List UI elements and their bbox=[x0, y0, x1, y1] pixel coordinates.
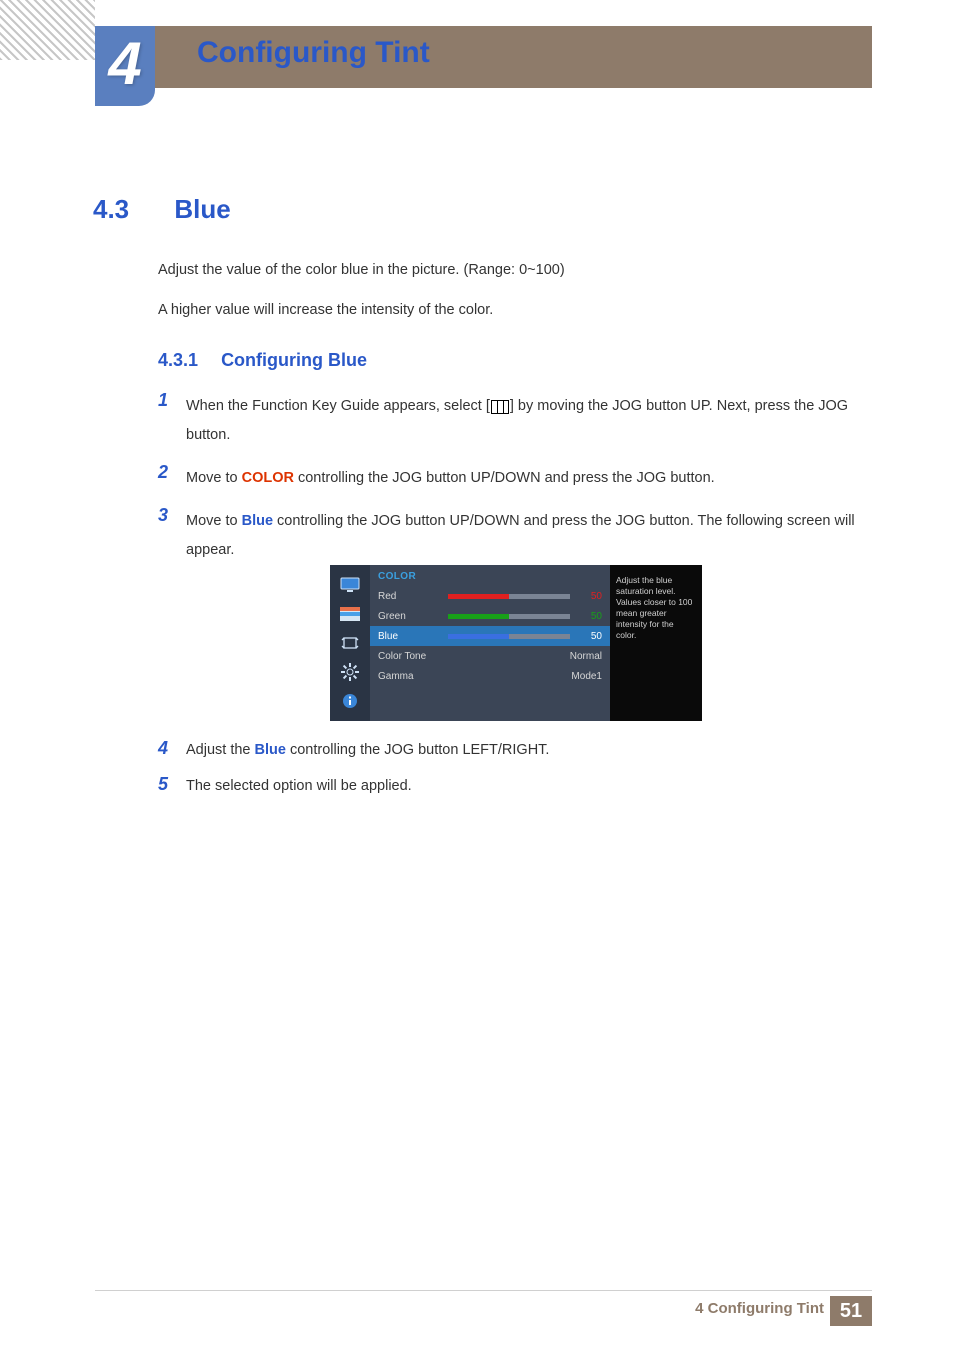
step-5: 5 The selected option will be applied. bbox=[158, 774, 868, 798]
osd-slider-row: Blue 50 bbox=[370, 626, 610, 646]
step-text: Adjust the Blue controlling the JOG butt… bbox=[186, 738, 549, 762]
step-text: The selected option will be applied. bbox=[186, 774, 412, 798]
osd-row-label: Green bbox=[378, 611, 448, 622]
osd-title: COLOR bbox=[370, 565, 610, 586]
osd-sidebar bbox=[330, 565, 370, 721]
subsection-heading: 4.3.1 Configuring Blue bbox=[158, 350, 367, 371]
step-1: 1 When the Function Key Guide appears, s… bbox=[158, 390, 868, 450]
osd-help-panel: Adjust the blue saturation level. Values… bbox=[610, 565, 702, 721]
osd-row-label: Red bbox=[378, 591, 448, 602]
keyword-blue: Blue bbox=[242, 513, 273, 529]
step-number: 5 bbox=[158, 774, 186, 795]
osd-row-label: Color Tone bbox=[378, 651, 448, 662]
steps-list-cont: 4 Adjust the Blue controlling the JOG bu… bbox=[158, 738, 868, 810]
footer-page-number: 51 bbox=[830, 1296, 872, 1326]
osd-row-value: Normal bbox=[448, 651, 602, 662]
gear-icon bbox=[340, 664, 360, 680]
osd-row-value: 50 bbox=[578, 631, 602, 642]
monitor-icon bbox=[340, 577, 360, 593]
step-text: Move to Blue controlling the JOG button … bbox=[186, 505, 868, 565]
osd-row-label: Gamma bbox=[378, 671, 448, 682]
corner-hatch bbox=[0, 0, 95, 60]
section-name: Blue bbox=[174, 194, 230, 224]
osd-slider-track bbox=[448, 634, 570, 639]
chapter-title: Configuring Tint bbox=[197, 36, 430, 70]
osd-slider-track bbox=[448, 614, 570, 619]
menu-icon bbox=[491, 400, 509, 414]
osd-screenshot: COLOR Red 50 Green 50 Blue 50 Color ToneNormal… bbox=[330, 565, 702, 721]
osd-row-value: 50 bbox=[578, 591, 602, 602]
steps-list: 1 When the Function Key Guide appears, s… bbox=[158, 390, 868, 577]
osd-main: COLOR Red 50 Green 50 Blue 50 Color ToneNormal… bbox=[370, 565, 610, 721]
osd-text-row: Color ToneNormal bbox=[370, 646, 610, 666]
osd-row-label: Blue bbox=[378, 631, 448, 642]
osd-row-value: Mode1 bbox=[448, 671, 602, 682]
picture-icon bbox=[340, 606, 360, 622]
osd-slider-fill bbox=[448, 634, 509, 639]
resize-icon bbox=[340, 635, 360, 651]
keyword-blue: Blue bbox=[255, 742, 286, 758]
osd-slider-row: Red 50 bbox=[370, 586, 610, 606]
osd-slider-fill bbox=[448, 594, 509, 599]
osd-row-value: 50 bbox=[578, 611, 602, 622]
step-number: 2 bbox=[158, 462, 186, 483]
step-4: 4 Adjust the Blue controlling the JOG bu… bbox=[158, 738, 868, 762]
step-number: 4 bbox=[158, 738, 186, 759]
footer-rule bbox=[95, 1290, 872, 1291]
subsection-name: Configuring Blue bbox=[221, 350, 367, 370]
osd-slider-row: Green 50 bbox=[370, 606, 610, 626]
step-2: 2 Move to COLOR controlling the JOG butt… bbox=[158, 462, 868, 493]
step-number: 3 bbox=[158, 505, 186, 526]
section-number: 4.3 bbox=[93, 194, 129, 224]
subsection-number: 4.3.1 bbox=[158, 350, 198, 370]
step-text: Move to COLOR controlling the JOG button… bbox=[186, 462, 715, 493]
osd-slider-fill bbox=[448, 614, 509, 619]
step-3: 3 Move to Blue controlling the JOG butto… bbox=[158, 505, 868, 565]
osd-slider-track bbox=[448, 594, 570, 599]
section-heading: 4.3 Blue bbox=[93, 194, 231, 225]
intro-line-1: Adjust the value of the color blue in th… bbox=[158, 260, 858, 282]
keyword-color: COLOR bbox=[242, 470, 294, 486]
footer-chapter: 4 Configuring Tint bbox=[695, 1300, 824, 1317]
info-icon bbox=[340, 693, 360, 709]
intro-line-2: A higher value will increase the intensi… bbox=[158, 300, 858, 322]
osd-text-row: GammaMode1 bbox=[370, 666, 610, 686]
step-text: When the Function Key Guide appears, sel… bbox=[186, 390, 868, 450]
step-number: 1 bbox=[158, 390, 186, 411]
chapter-number-tab: 4 bbox=[95, 26, 155, 106]
